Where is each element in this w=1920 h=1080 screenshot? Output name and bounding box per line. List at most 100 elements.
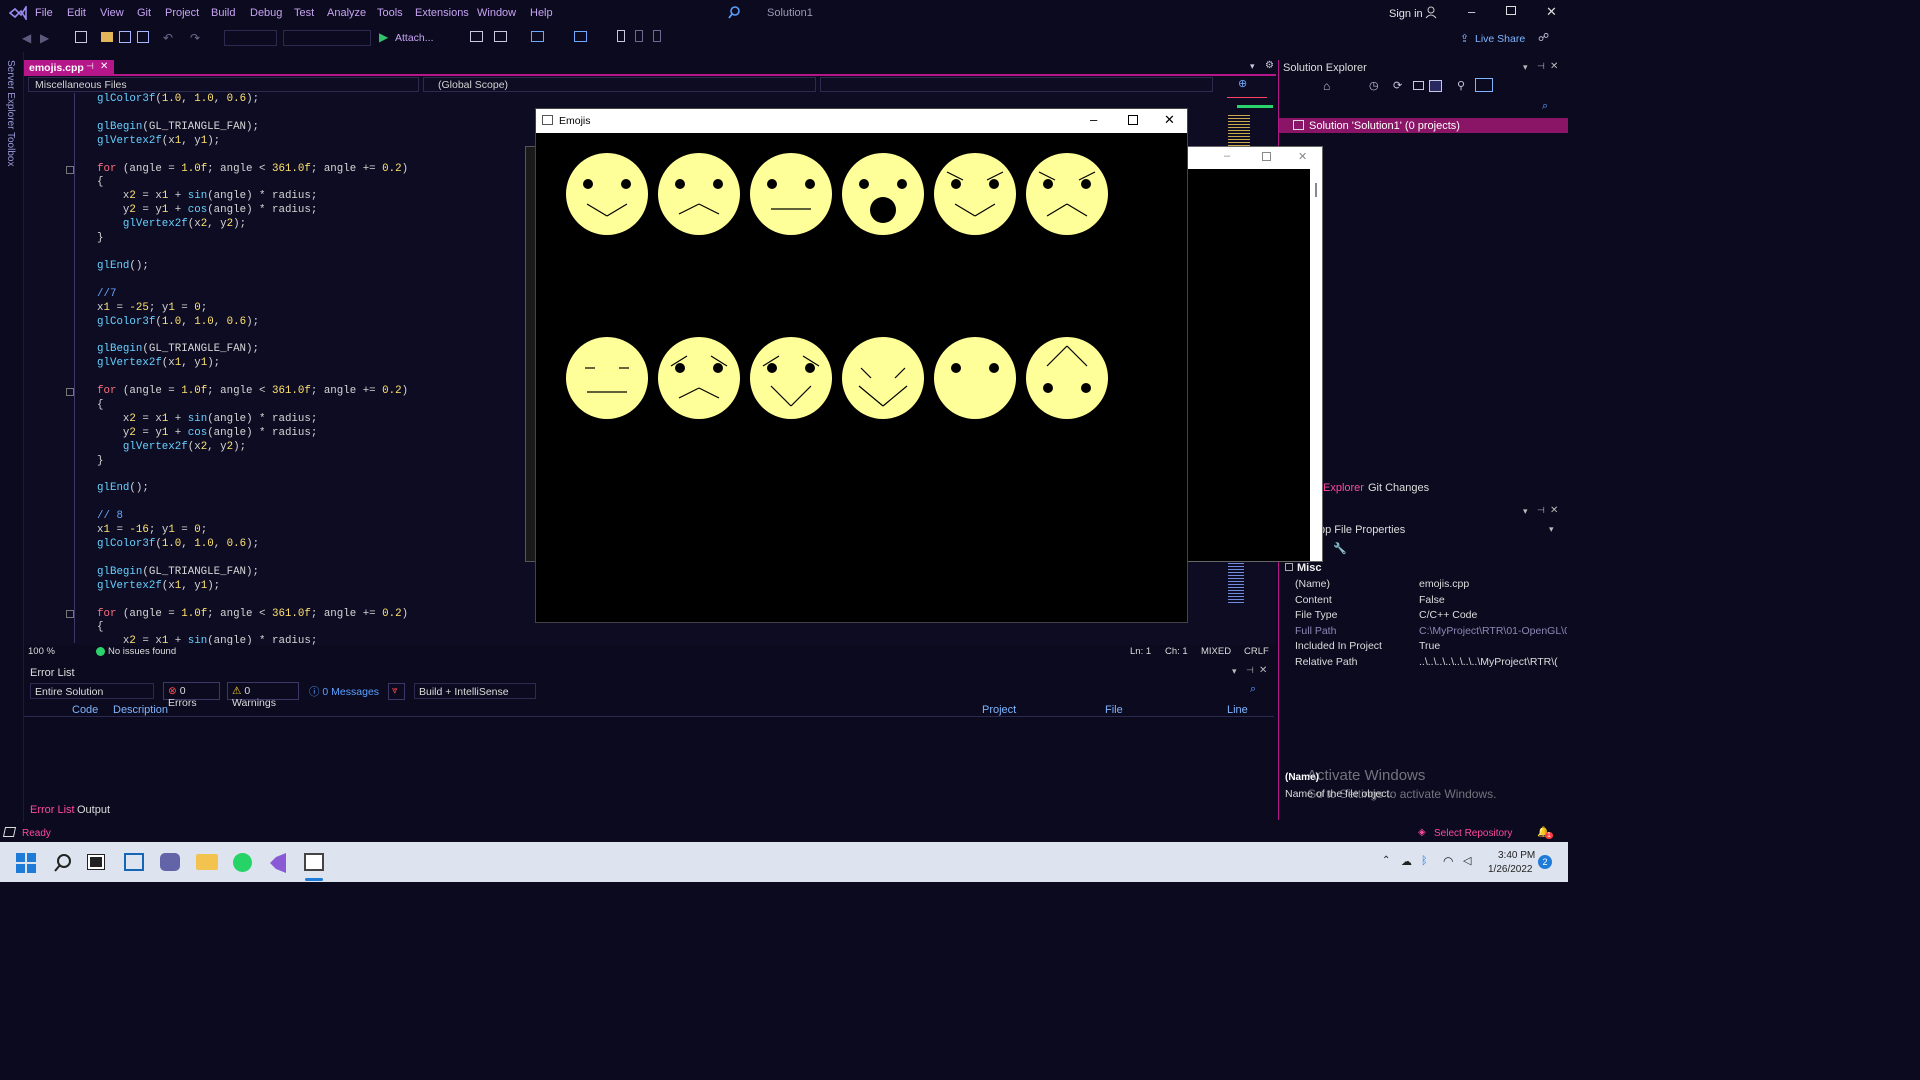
restore-button[interactable]: [1506, 6, 1516, 15]
minimize-button[interactable]: –: [1468, 4, 1475, 19]
menu-debug[interactable]: Debug: [250, 7, 282, 19]
props-object-dropdown[interactable]: ▾: [1549, 524, 1554, 535]
col-indicator[interactable]: Ch: 1: [1165, 646, 1188, 657]
preview-icon[interactable]: [1475, 78, 1493, 92]
panel-pin-icon[interactable]: ⊣: [1537, 61, 1545, 72]
menu-view[interactable]: View: [100, 7, 124, 19]
menu-help[interactable]: Help: [530, 7, 553, 19]
editor-settings-icon[interactable]: ⚙: [1265, 60, 1274, 71]
code-line[interactable]: }: [97, 455, 537, 469]
notification-center-badge[interactable]: 2: [1538, 855, 1552, 869]
wifi-icon[interactable]: ◠: [1443, 854, 1453, 868]
code-line[interactable]: ​: [97, 371, 537, 385]
search-solution-icon[interactable]: ⌕: [1542, 100, 1548, 113]
code-line[interactable]: x2 = x1 + sin(angle) * radius;: [97, 413, 537, 427]
misc-collapse-icon[interactable]: [1285, 563, 1293, 571]
collapse-all-icon[interactable]: [1413, 81, 1424, 90]
project-combo[interactable]: Miscellaneous Files: [28, 77, 419, 92]
code-line[interactable]: glVertex2f(x1, y1);: [97, 357, 537, 371]
live-share-icon[interactable]: ⇪: [1460, 32, 1469, 45]
pending-changes-icon[interactable]: ◷: [1369, 79, 1379, 92]
code-line[interactable]: x1 = -16; y1 = 0;: [97, 524, 537, 538]
live-share-button[interactable]: Live Share: [1475, 33, 1525, 45]
code-line[interactable]: glEnd();: [97, 260, 537, 274]
tray-chevron-icon[interactable]: ⌃: [1382, 855, 1390, 866]
col-file[interactable]: File: [1105, 704, 1123, 716]
code-line[interactable]: ​: [97, 274, 537, 288]
code-line[interactable]: ​: [97, 107, 537, 121]
platform-combo[interactable]: [283, 30, 371, 46]
code-line[interactable]: glVertex2f(x1, y1);: [97, 135, 537, 149]
menu-project[interactable]: Project: [165, 7, 199, 19]
scope-combo[interactable]: (Global Scope): [423, 77, 816, 92]
menu-test[interactable]: Test: [294, 7, 314, 19]
code-line[interactable]: glVertex2f(x1, y1);: [97, 580, 537, 594]
tab-error-list[interactable]: Error List: [30, 804, 75, 816]
col-line[interactable]: Line: [1227, 704, 1248, 716]
panel-close-icon[interactable]: ✕: [1550, 61, 1558, 72]
code-line[interactable]: ​: [97, 246, 537, 260]
warnings-filter-button[interactable]: ⚠ 0 Warnings: [227, 682, 299, 709]
save-all-icon[interactable]: [137, 31, 149, 43]
forward-icon[interactable]: ▶: [40, 31, 49, 45]
code-line[interactable]: {: [97, 176, 537, 190]
line-ending[interactable]: CRLF: [1244, 646, 1269, 657]
emojis-window[interactable]: Emojis – ✕: [535, 108, 1188, 623]
menu-extensions[interactable]: Extensions: [415, 7, 469, 19]
member-combo[interactable]: [820, 77, 1213, 92]
task-view-icon[interactable]: [88, 855, 104, 869]
props-pin-icon[interactable]: ⊣: [1537, 505, 1545, 516]
panel-menu-icon[interactable]: ▾: [1232, 666, 1237, 677]
collapse-icon[interactable]: [66, 610, 74, 618]
toolbar-icon-d[interactable]: [574, 31, 587, 42]
code-line[interactable]: ​: [97, 496, 537, 510]
redo-icon[interactable]: ↷: [190, 31, 200, 45]
toolbar-icon-c[interactable]: [531, 31, 544, 42]
props-menu-icon[interactable]: ▾: [1523, 506, 1528, 517]
wrench-icon[interactable]: 🔧: [1333, 542, 1347, 555]
tab-list-icon[interactable]: ▾: [1250, 61, 1255, 72]
code-line[interactable]: ​: [97, 149, 537, 163]
emojis-maximize-button[interactable]: [1128, 115, 1138, 125]
errors-filter-button[interactable]: ⊗ 0 Errors: [163, 682, 220, 709]
tab-solution-explorer[interactable]: Explorer: [1323, 482, 1364, 494]
property-row[interactable]: Relative Path ..\..\..\..\..\..\..\MyProj…: [1279, 656, 1568, 672]
console-close-button[interactable]: ✕: [1298, 150, 1307, 163]
clock-time[interactable]: 3:40 PM: [1498, 850, 1535, 861]
code-line[interactable]: x2 = x1 + sin(angle) * radius;: [97, 190, 537, 204]
code-line[interactable]: ​: [97, 329, 537, 343]
col-code[interactable]: Code: [72, 704, 98, 716]
code-line[interactable]: y2 = y1 + cos(angle) * radius;: [97, 427, 537, 441]
property-row[interactable]: File Type C/C++ Code: [1279, 609, 1568, 625]
tab-emojis-cpp[interactable]: emojis.cpp ⊣ ✕: [24, 60, 114, 76]
menu-analyze[interactable]: Analyze: [327, 7, 366, 19]
property-row[interactable]: Included In Project True: [1279, 640, 1568, 656]
console-minimize-button[interactable]: –: [1224, 150, 1230, 162]
toolbar-icon-b[interactable]: [494, 31, 507, 42]
file-explorer-icon[interactable]: [196, 854, 218, 870]
code-line[interactable]: y2 = y1 + cos(angle) * radius;: [97, 204, 537, 218]
panel-close-icon[interactable]: ✕: [1259, 665, 1267, 676]
search-error-icon[interactable]: ⌕: [1250, 683, 1256, 696]
output-icon[interactable]: [2, 827, 17, 837]
taskbar-search-icon[interactable]: [53, 853, 73, 873]
toolbox-tab[interactable]: Toolbox: [5, 132, 16, 166]
col-project[interactable]: Project: [982, 704, 1016, 716]
save-icon[interactable]: [119, 31, 131, 43]
code-line[interactable]: glBegin(GL_TRIANGLE_FAN);: [97, 343, 537, 357]
issues-status[interactable]: No issues found: [108, 646, 176, 657]
menu-edit[interactable]: Edit: [67, 7, 86, 19]
code-line[interactable]: for (angle = 1.0f; angle < 361.0f; angle…: [97, 385, 537, 399]
code-line[interactable]: // 8: [97, 510, 537, 524]
bookmark-next-icon[interactable]: [653, 30, 661, 42]
bookmark-icon[interactable]: [617, 30, 625, 42]
new-item-icon[interactable]: [75, 31, 87, 43]
code-line[interactable]: glBegin(GL_TRIANGLE_FAN);: [97, 566, 537, 580]
widgets-icon[interactable]: [124, 853, 144, 871]
menu-file[interactable]: File: [35, 7, 53, 19]
line-indicator[interactable]: Ln: 1: [1130, 646, 1151, 657]
code-line[interactable]: {: [97, 621, 537, 635]
zoom-level[interactable]: 100 %: [28, 646, 55, 657]
toolbar-icon-a[interactable]: [470, 31, 483, 42]
back-icon[interactable]: ◀: [22, 31, 31, 45]
